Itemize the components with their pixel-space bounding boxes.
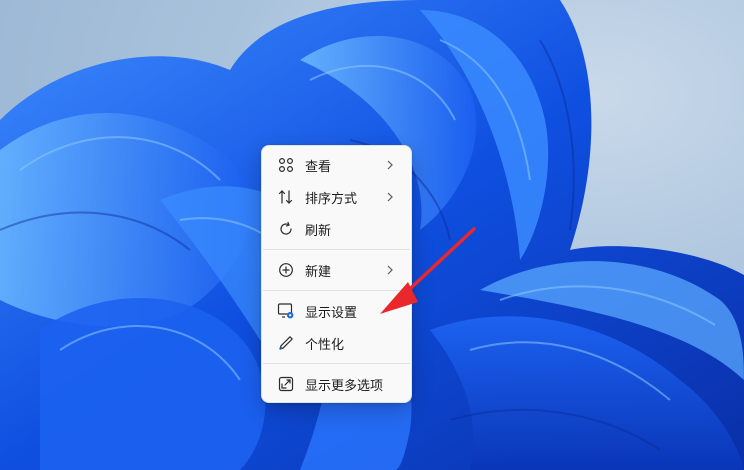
desktop-background: 查看 排序方式 刷新 新建 显示设置 个性化 显示更多选项 <box>0 0 744 470</box>
menu-separator <box>263 249 410 250</box>
menu-item-display-settings[interactable]: 显示设置 <box>266 297 408 325</box>
desktop-context-menu: 查看 排序方式 刷新 新建 显示设置 个性化 显示更多选项 <box>261 145 412 403</box>
menu-item-label: 个性化 <box>305 337 345 353</box>
personalize-pen-icon <box>277 334 295 352</box>
display-settings-icon <box>277 302 295 320</box>
menu-item-label: 显示设置 <box>305 305 358 321</box>
chevron-right-icon <box>387 192 393 202</box>
menu-item-show-more-options[interactable]: 显示更多选项 <box>266 370 408 398</box>
sort-icon <box>277 188 295 206</box>
menu-item-personalize[interactable]: 个性化 <box>266 329 408 357</box>
menu-item-new[interactable]: 新建 <box>266 256 408 284</box>
menu-separator <box>263 290 410 291</box>
menu-item-label: 刷新 <box>305 223 332 239</box>
refresh-icon <box>277 220 295 238</box>
menu-separator <box>263 363 410 364</box>
menu-item-sort-by[interactable]: 排序方式 <box>266 183 408 211</box>
grid-view-icon <box>277 156 295 174</box>
chevron-right-icon <box>387 160 393 170</box>
chevron-right-icon <box>387 265 393 275</box>
new-plus-icon <box>277 261 295 279</box>
menu-item-label: 显示更多选项 <box>305 378 384 394</box>
menu-item-label: 查看 <box>305 159 332 175</box>
menu-item-label: 排序方式 <box>305 191 358 207</box>
show-more-options-icon <box>277 375 295 393</box>
menu-item-label: 新建 <box>305 264 332 280</box>
menu-item-view[interactable]: 查看 <box>266 151 408 179</box>
menu-item-refresh[interactable]: 刷新 <box>266 215 408 243</box>
